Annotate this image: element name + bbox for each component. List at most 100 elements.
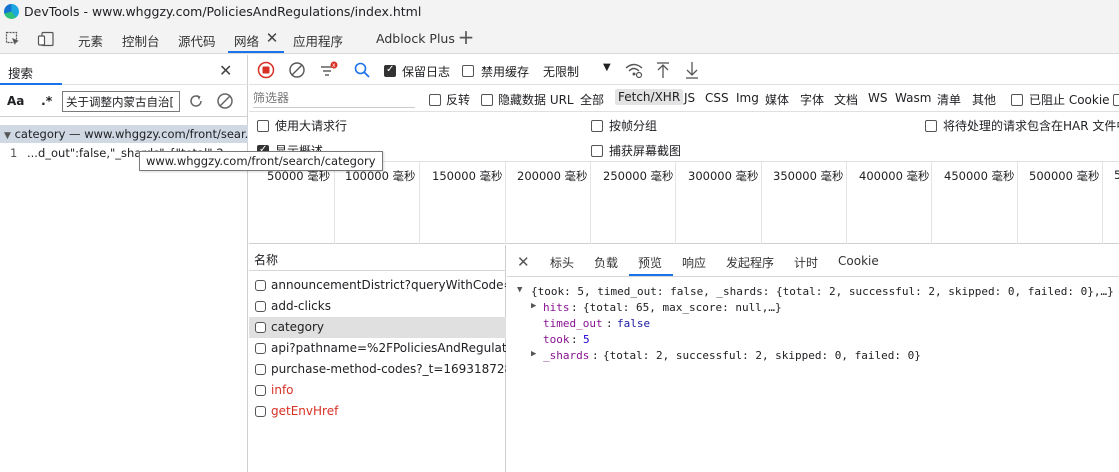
filter-type-fetch-xhr[interactable]: Fetch/XHR (615, 89, 684, 105)
tab-console[interactable]: 控制台 (122, 31, 160, 50)
filter-type-img[interactable]: Img (736, 91, 759, 105)
preview-key-timed-out: timed_out (543, 317, 603, 330)
request-name: api?pathname=%2FPoliciesAndRegulatio... (271, 341, 506, 355)
timeline-gridline (1017, 162, 1018, 244)
request-row-error[interactable]: getEnvHref (249, 401, 506, 422)
filter-type-font[interactable]: 字体 (800, 91, 824, 108)
tab-headers[interactable]: 标头 (550, 254, 574, 271)
timeline-gridline (590, 162, 591, 244)
filter-type-js[interactable]: JS (684, 91, 695, 105)
tab-elements[interactable]: 元素 (78, 31, 103, 50)
expand-triangle-icon[interactable]: ▼ (517, 285, 522, 295)
filter-type-other[interactable]: 其他 (972, 91, 996, 108)
collapse-triangle-icon[interactable]: ▶ (531, 301, 536, 311)
tab-timing[interactable]: 计时 (794, 254, 818, 271)
name-column-header[interactable]: 名称 (249, 245, 506, 271)
timeline-tick: 300000 毫秒 (688, 169, 759, 183)
har-pending-label: 将待处理的请求包含在HAR 文件中 (943, 119, 1119, 133)
filter-type-all[interactable]: 全部 (580, 91, 604, 108)
detail-tab-bar: ✕ 标头 负载 预览 响应 发起程序 计时 Cookie (507, 245, 1119, 277)
timeline-gridline (675, 162, 676, 244)
request-name: announcementDistrict?queryWithCode=t... (271, 278, 506, 292)
search-result-file[interactable]: ▼ category — www.whggzy.com/front/sear..… (0, 125, 248, 143)
tab-sources[interactable]: 源代码 (178, 31, 216, 50)
timeline-tick: 400000 毫秒 (859, 169, 930, 183)
throttle-dropdown-icon[interactable]: ▼ (603, 62, 611, 73)
search-result-file-label: category — www.whggzy.com/front/sear... (14, 127, 248, 141)
export-har-icon[interactable] (684, 60, 700, 80)
tab-initiator[interactable]: 发起程序 (726, 254, 774, 271)
har-pending-checkbox[interactable] (925, 118, 937, 132)
blocked-requests-checkbox[interactable] (1113, 92, 1119, 106)
inspect-element-icon[interactable] (5, 31, 21, 47)
blocked-cookies-checkbox[interactable] (1011, 92, 1023, 106)
invert-label: 反转 (446, 93, 471, 107)
close-tab-icon[interactable]: ✕ (265, 29, 279, 47)
tab-payload[interactable]: 负载 (594, 254, 618, 271)
preview-value-took: 5 (583, 333, 590, 346)
preview-value-timed-out: false (617, 317, 651, 330)
filter-type-manifest[interactable]: 清单 (937, 91, 961, 108)
clear-search-icon[interactable] (216, 92, 234, 110)
tab-adblock-plus[interactable]: Adblock Plus (376, 31, 455, 46)
add-tab-icon[interactable]: + (457, 25, 475, 49)
filter-type-media[interactable]: 媒体 (765, 91, 789, 108)
timeline-tick: 250000 毫秒 (603, 169, 674, 183)
request-row[interactable]: announcementDistrict?queryWithCode=t... (249, 275, 506, 296)
throttle-select[interactable]: 无限制 (543, 63, 579, 80)
tab-cookies[interactable]: Cookie (838, 254, 879, 268)
tab-application[interactable]: 应用程序 (293, 31, 343, 50)
main-tab-bar: 元素 控制台 源代码 网络 ✕ 应用程序 Adblock Plus + (0, 24, 1119, 54)
import-har-icon[interactable] (655, 60, 671, 80)
hide-data-urls-checkbox[interactable] (481, 92, 493, 106)
network-conditions-icon[interactable] (624, 61, 644, 79)
timeline-tick: 500000 毫秒 (1029, 169, 1100, 183)
filter-type-wasm[interactable]: Wasm (895, 91, 931, 105)
device-toolbar-icon[interactable] (37, 31, 55, 47)
capture-screenshots-checkbox[interactable] (591, 143, 603, 157)
invert-checkbox[interactable] (429, 92, 441, 106)
search-panel-header: 搜索 ✕ (0, 55, 248, 85)
record-stop-icon[interactable] (257, 61, 275, 79)
filter-type-doc[interactable]: 文档 (834, 91, 858, 108)
preview-value-shards: {total: 2, successful: 2, skipped: 0, fa… (603, 349, 921, 362)
title-bar: DevTools - www.whggzy.com/PoliciesAndReg… (0, 0, 1119, 24)
filter-type-ws[interactable]: WS (868, 91, 887, 105)
tab-network[interactable]: 网络 (234, 31, 259, 50)
preview-root: {took: 5, timed_out: false, _shards: {to… (531, 285, 1114, 298)
request-row[interactable]: purchase-method-codes?_t=1693187283... (249, 359, 506, 380)
search-input[interactable]: 关于调整内蒙古自治[ (62, 91, 180, 112)
tab-preview[interactable]: 预览 (638, 254, 662, 271)
collapse-triangle-icon[interactable]: ▶ (531, 349, 536, 359)
search-panel: 搜索 ✕ Aa .* 关于调整内蒙古自治[ ▼ category — www.w… (0, 55, 248, 472)
blocked-cookies-label: 已阻止 Cookie (1029, 93, 1110, 107)
close-detail-icon[interactable]: ✕ (517, 253, 530, 271)
request-row-error[interactable]: info (249, 380, 506, 401)
preserve-log-checkbox[interactable] (384, 63, 396, 77)
group-by-frame-checkbox[interactable] (591, 118, 603, 132)
regex-toggle[interactable]: .* (41, 93, 52, 108)
match-case-toggle[interactable]: Aa (7, 94, 24, 108)
big-request-rows-checkbox[interactable] (257, 118, 269, 132)
filter-icon[interactable]: x (319, 61, 339, 79)
timeline-tick: 200000 毫秒 (517, 169, 588, 183)
timeline-gridline (846, 162, 847, 244)
refresh-icon[interactable] (187, 92, 205, 110)
close-search-icon[interactable]: ✕ (219, 61, 232, 80)
filter-type-css[interactable]: CSS (705, 91, 729, 105)
preview-key-shards: _shards (543, 349, 590, 362)
request-name: add-clicks (271, 299, 331, 313)
disable-cache-checkbox[interactable] (462, 63, 474, 77)
clear-log-icon[interactable] (288, 61, 306, 79)
timeline-gridline (1102, 162, 1103, 244)
overview-timeline[interactable]: 50000 毫秒 100000 毫秒 150000 毫秒 200000 毫秒 2… (249, 162, 1119, 244)
filter-input[interactable] (253, 89, 413, 107)
search-icon[interactable] (353, 61, 371, 79)
result-line-number: 1 (10, 146, 18, 160)
request-row[interactable]: add-clicks (249, 296, 506, 317)
search-options-bar: Aa .* 关于调整内蒙古自治[ (0, 85, 248, 117)
tab-response[interactable]: 响应 (682, 254, 706, 271)
request-row[interactable]: api?pathname=%2FPoliciesAndRegulatio... (249, 338, 506, 359)
timeline-gridline (334, 162, 335, 244)
request-row-selected[interactable]: category (249, 317, 506, 338)
